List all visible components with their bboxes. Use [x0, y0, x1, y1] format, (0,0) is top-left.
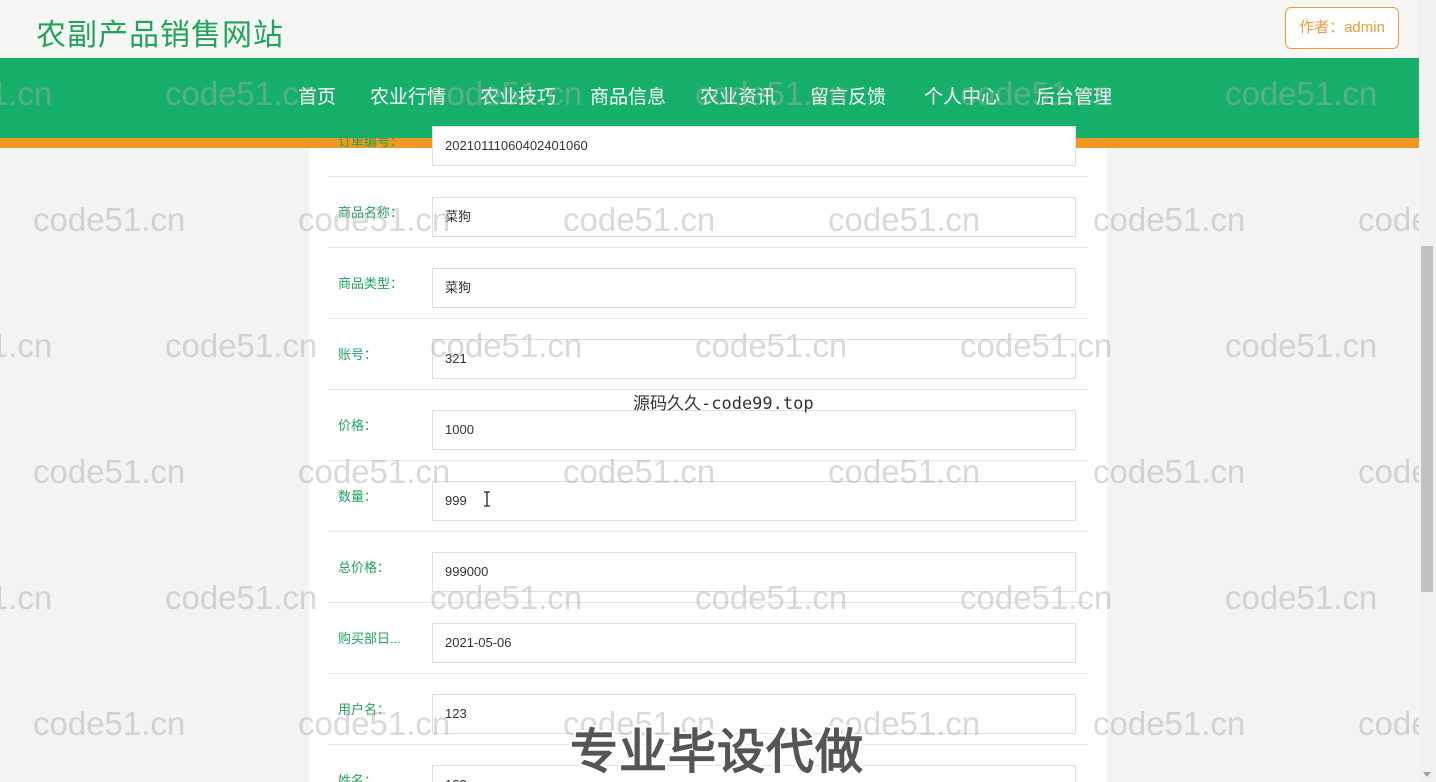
- order-number-label: 订单编号：: [338, 134, 404, 149]
- quantity-label: 数量：: [338, 489, 378, 504]
- watermark-text: code51.cn: [1225, 579, 1378, 616]
- product-type-label: 商品类型：: [338, 276, 404, 291]
- purchase-date-field[interactable]: 2021-05-06: [432, 623, 1076, 663]
- site-title[interactable]: 农副产品销售网站: [36, 10, 284, 54]
- product-name-label: 商品名称：: [338, 205, 404, 220]
- watermark-text: code51.cn: [1225, 327, 1378, 364]
- product-type-field[interactable]: 菜狗: [432, 268, 1076, 308]
- account-label: 账号：: [338, 347, 378, 362]
- watermark-text: code51.cn: [1093, 705, 1246, 742]
- name-label: 姓名：: [338, 773, 378, 782]
- product-name-field[interactable]: 菜狗: [432, 197, 1076, 237]
- total-price-label: 总价格：: [338, 560, 391, 575]
- price-label: 价格：: [338, 418, 378, 433]
- scroll-down-arrow-icon[interactable]: [1423, 772, 1431, 777]
- price-field[interactable]: 1000: [432, 410, 1076, 450]
- nav-item-news[interactable]: 农业资讯: [700, 82, 776, 109]
- nav-item-profile[interactable]: 个人中心: [924, 82, 1000, 109]
- page: 农副产品销售网站 作者：admin 首页 农业行情 农业技巧 商品信息 农业资讯…: [0, 0, 1436, 782]
- nav-item-market[interactable]: 农业行情: [370, 82, 446, 109]
- form-row-purchase-date: 购买部日... 2021-05-06: [328, 603, 1088, 674]
- text-cursor-icon: [484, 491, 490, 507]
- watermark-text: code51.cn: [1093, 201, 1246, 238]
- nav-item-home[interactable]: 首页: [298, 82, 336, 109]
- watermark-text: code51.cn: [165, 327, 318, 364]
- author-button[interactable]: 作者：admin: [1285, 7, 1399, 49]
- watermark-text: code51.cn: [33, 201, 186, 238]
- bottom-watermark-text: 专业毕设代做: [570, 726, 865, 779]
- account-field[interactable]: 321: [432, 339, 1076, 379]
- watermark-text: code51.cn: [0, 579, 53, 616]
- watermark-text: code51.cn: [1093, 453, 1246, 490]
- watermark-text: code51.cn: [0, 327, 53, 364]
- form-row-product-type: 商品类型： 菜狗: [328, 248, 1088, 319]
- nav-item-products[interactable]: 商品信息: [590, 82, 666, 109]
- top-header: 农副产品销售网站 作者：admin: [0, 0, 1419, 58]
- form-row-order-number: 订单编号： 20210111060402401060: [328, 106, 1088, 177]
- quantity-field[interactable]: 999: [432, 481, 1076, 521]
- username-label: 用户名：: [338, 702, 391, 717]
- nav-item-feedback[interactable]: 留言反馈: [810, 82, 886, 109]
- purchase-date-label: 购买部日...: [338, 631, 401, 646]
- nav-item-admin[interactable]: 后台管理: [1036, 82, 1112, 109]
- watermark-text: code51.cn: [33, 453, 186, 490]
- center-watermark-text: 源码久久-code99.top: [633, 394, 814, 414]
- scrollbar-thumb[interactable]: [1421, 246, 1433, 592]
- form-row-quantity: 数量： 999: [328, 461, 1088, 532]
- form-row-total-price: 总价格： 999000: [328, 532, 1088, 603]
- total-price-field[interactable]: 999000: [432, 552, 1076, 592]
- watermark-text: code51.cn: [33, 705, 186, 742]
- form-row-account: 账号： 321: [328, 319, 1088, 390]
- watermark-text: code51.cn: [165, 579, 318, 616]
- order-number-field[interactable]: 20210111060402401060: [432, 126, 1076, 166]
- nav-item-tips[interactable]: 农业技巧: [480, 82, 556, 109]
- form-row-product-name: 商品名称： 菜狗: [328, 177, 1088, 248]
